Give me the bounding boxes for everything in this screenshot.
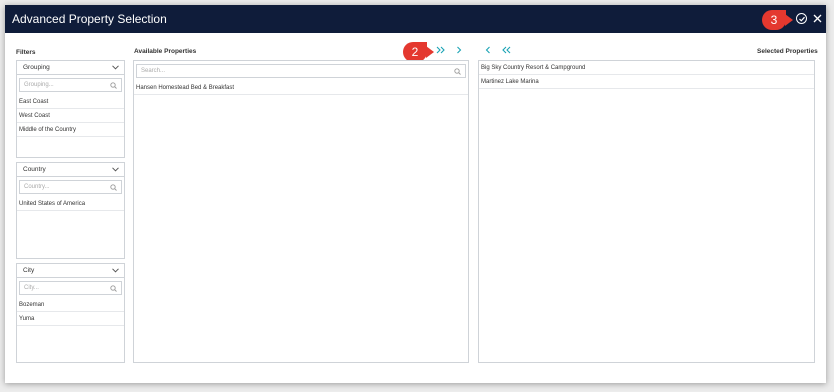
- step-callout-2: 2: [403, 42, 434, 62]
- close-icon[interactable]: [810, 12, 824, 26]
- grouping-search-input[interactable]: Grouping...: [19, 78, 122, 92]
- country-item-united-states-of-america[interactable]: United States of America: [17, 197, 124, 211]
- search-icon: [110, 82, 117, 89]
- country-search-placeholder: Country...: [24, 184, 50, 190]
- advanced-property-selection-dialog: Advanced Property Selection 3 Filters Gr…: [5, 5, 826, 383]
- selected-item-big-sky-country[interactable]: Big Sky Country Resort & Campground: [479, 61, 814, 75]
- chevron-right-glyph: [457, 46, 462, 54]
- chevron-down-icon: [112, 65, 119, 70]
- city-search-placeholder: City...: [24, 285, 39, 291]
- city-search-input[interactable]: City...: [19, 281, 122, 295]
- grouping-filter: Grouping Grouping... East Coast West Coa…: [16, 60, 125, 158]
- grouping-filter-title: Grouping: [23, 64, 50, 71]
- chevron-right-icon[interactable]: [456, 46, 462, 56]
- chevron-down-icon: [112, 167, 119, 172]
- double-chevron-right-glyph: [436, 46, 445, 54]
- close-x-glyph: [813, 14, 821, 23]
- available-item-hansen-homestead[interactable]: Hansen Homestead Bed & Breakfast: [134, 81, 468, 95]
- double-chevron-left-glyph: [502, 46, 511, 54]
- chevron-left-icon[interactable]: [485, 46, 491, 56]
- country-filter-header[interactable]: Country: [17, 163, 124, 177]
- grouping-filter-header[interactable]: Grouping: [17, 61, 124, 75]
- country-filter-title: Country: [23, 166, 46, 173]
- grouping-search-placeholder: Grouping...: [24, 82, 54, 88]
- available-search-input[interactable]: Search...: [136, 64, 466, 78]
- check-mark-icon: [799, 16, 805, 22]
- city-filter: City City... Bozeman Yuma: [16, 263, 125, 363]
- filters-label: Filters: [16, 49, 36, 56]
- search-icon: [110, 184, 117, 191]
- available-properties-panel: Search... Hansen Homestead Bed & Breakfa…: [133, 60, 469, 363]
- title-bar: Advanced Property Selection 3: [5, 5, 826, 33]
- grouping-item-middle-of-the-country[interactable]: Middle of the Country: [17, 123, 124, 137]
- selected-item-martinez-lake-marina[interactable]: Martinez Lake Marina: [479, 75, 814, 89]
- step-callout-3-label: 3: [770, 13, 778, 27]
- city-filter-title: City: [23, 267, 35, 274]
- chevron-left-glyph: [485, 46, 490, 54]
- search-icon: [110, 285, 117, 292]
- chevron-down-icon: [112, 268, 119, 273]
- grouping-item-east-coast[interactable]: East Coast: [17, 95, 124, 109]
- check-circle-icon[interactable]: [796, 13, 807, 24]
- search-icon: [454, 68, 461, 75]
- city-item-yuma[interactable]: Yuma: [17, 312, 124, 326]
- selected-properties-label: Selected Properties: [757, 48, 818, 55]
- available-properties-label: Available Properties: [134, 48, 197, 55]
- step-callout-2-label: 2: [411, 45, 419, 59]
- step-callout-3: 3: [762, 10, 793, 30]
- city-filter-header[interactable]: City: [17, 264, 124, 278]
- country-filter: Country Country... United States of Amer…: [16, 162, 125, 259]
- country-search-input[interactable]: Country...: [19, 180, 122, 194]
- double-chevron-left-icon[interactable]: [502, 46, 511, 56]
- double-chevron-right-icon[interactable]: [436, 46, 445, 56]
- dialog-title: Advanced Property Selection: [12, 12, 167, 26]
- city-item-bozeman[interactable]: Bozeman: [17, 298, 124, 312]
- available-search-placeholder: Search...: [141, 68, 166, 74]
- grouping-item-west-coast[interactable]: West Coast: [17, 109, 124, 123]
- selected-properties-panel: Big Sky Country Resort & Campground Mart…: [478, 60, 815, 363]
